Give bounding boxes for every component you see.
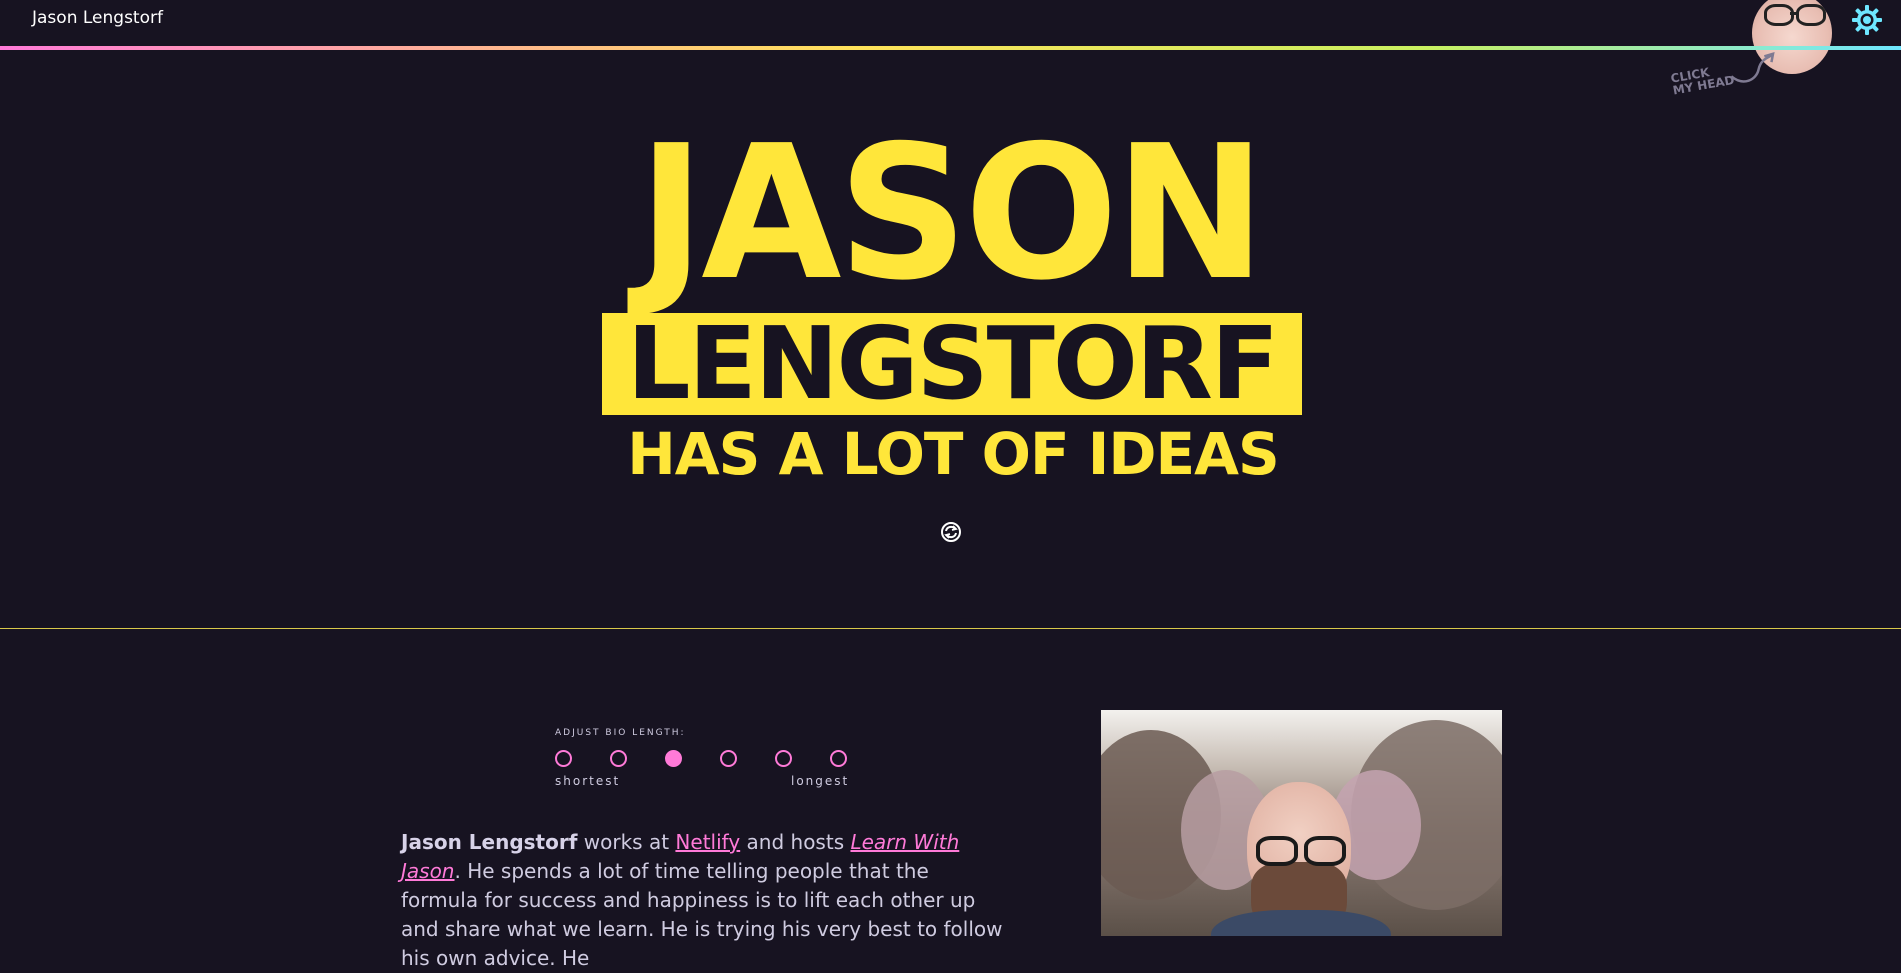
bio-text: Jason Lengstorf works at Netlify and hos…: [401, 828, 1011, 973]
hero-tagline: HAS A LOT OF IDEAS: [627, 420, 1280, 488]
photo-shirt: [1211, 910, 1391, 936]
header-gradient-line: [0, 46, 1901, 50]
hero-first-name: JASON: [637, 105, 1267, 321]
bio-length-option-2[interactable]: [610, 750, 627, 767]
bio-name: Jason Lengstorf: [401, 830, 578, 854]
hero-last-name: LENGSTORF: [602, 313, 1302, 415]
profile-photo: [1101, 710, 1502, 936]
longest-label: longest: [791, 774, 850, 788]
bio-period: .: [454, 859, 461, 883]
refresh-icon: [941, 522, 961, 542]
section-divider: [0, 628, 1901, 629]
bio-length-option-3[interactable]: [665, 750, 682, 767]
bio-rest: He spends a lot of time telling people t…: [401, 859, 1003, 970]
hero-section: JASON LENGSTORF HAS A LOT OF IDEAS: [0, 52, 1901, 628]
gear-icon: [1852, 5, 1882, 35]
glasses-right: [1796, 4, 1826, 26]
refresh-title-button[interactable]: [938, 519, 964, 545]
settings-button[interactable]: [1850, 3, 1884, 37]
bio-length-option-1[interactable]: [555, 750, 572, 767]
bio-length-option-4[interactable]: [720, 750, 737, 767]
glasses-left: [1764, 4, 1794, 26]
shortest-label: shortest: [555, 774, 621, 788]
top-bar: Jason Lengstorf: [0, 0, 1901, 74]
site-name-link[interactable]: Jason Lengstorf: [32, 8, 163, 28]
bio-works-at: works at: [577, 830, 676, 854]
photo-glasses-left: [1256, 836, 1298, 866]
photo-glasses-right: [1304, 836, 1346, 866]
netlify-link[interactable]: Netlify: [675, 830, 740, 854]
bio-and-hosts: and hosts: [740, 830, 851, 854]
bio-length-control: ADJUST BIO LENGTH: shortest longest: [555, 728, 875, 788]
bio-length-option-5[interactable]: [775, 750, 792, 767]
bio-length-option-6[interactable]: [830, 750, 847, 767]
bio-length-options: [555, 746, 875, 774]
bio-length-label: ADJUST BIO LENGTH:: [555, 728, 686, 738]
bio-length-scale: shortest longest: [555, 774, 875, 788]
